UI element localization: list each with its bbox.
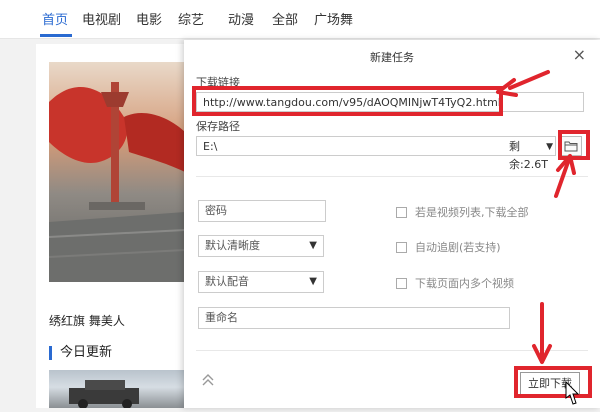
annotation-box-url	[192, 86, 503, 116]
resolution-value: 默认清晰度	[205, 239, 260, 252]
option-download-all-label: 若是视频列表,下载全部	[415, 206, 529, 219]
chevron-up-icon[interactable]	[200, 372, 216, 388]
divider	[196, 176, 588, 177]
audio-select[interactable]: 默认配音 ▼	[198, 271, 324, 293]
top-nav: 首页 电视剧 电影 综艺 动漫 全部 广场舞	[0, 0, 600, 39]
nav-active-underline	[40, 34, 72, 37]
annotation-box-download	[514, 366, 592, 398]
option-multiple-videos-label: 下载页面内多个视频	[415, 277, 514, 290]
close-icon[interactable]: ×	[573, 45, 586, 64]
nav-item-anime[interactable]: 动漫	[228, 9, 254, 28]
checkbox-auto-follow[interactable]	[396, 241, 407, 253]
nav-item-square-dance[interactable]: 广场舞	[314, 9, 353, 28]
option-download-all[interactable]: 若是视频列表,下载全部	[396, 204, 529, 220]
video-thumbnail-today[interactable]	[49, 370, 185, 409]
save-path-value: E:\	[203, 140, 218, 153]
video-thumbnail-image	[49, 62, 185, 282]
password-field[interactable]: 密码	[198, 200, 326, 222]
chevron-down-icon: ▼	[309, 276, 317, 287]
nav-item-all[interactable]: 全部	[272, 9, 298, 28]
save-path-field[interactable]: E:\ 剩余:2.6T ▼	[196, 136, 556, 171]
checkbox-multiple-videos[interactable]	[396, 277, 407, 289]
video-caption[interactable]: 绣红旗 舞美人	[49, 312, 125, 329]
section-title-today: 今日更新	[49, 346, 112, 360]
divider	[196, 350, 588, 351]
audio-value: 默认配音	[205, 275, 249, 288]
option-multiple-videos[interactable]: 下载页面内多个视频	[396, 275, 514, 291]
save-path-label: 保存路径	[196, 120, 240, 133]
video-thumbnail-today-image	[69, 380, 139, 409]
content-panel: 绣红旗 舞美人 今日更新	[36, 44, 186, 409]
resolution-select[interactable]: 默认清晰度 ▼	[198, 235, 324, 257]
option-auto-follow[interactable]: 自动追剧(若支持)	[396, 239, 501, 255]
checkbox-download-all[interactable]	[396, 206, 407, 218]
annotation-box-folder	[558, 130, 590, 160]
nav-item-home[interactable]: 首页	[42, 9, 68, 28]
rename-field[interactable]: 重命名	[198, 307, 510, 329]
chevron-down-icon: ▼	[309, 240, 317, 251]
dialog-title: 新建任务	[370, 51, 414, 64]
nav-item-tv[interactable]: 电视剧	[82, 9, 121, 28]
nav-item-movie[interactable]: 电影	[136, 9, 162, 28]
chevron-down-icon[interactable]: ▼	[546, 138, 553, 156]
nav-item-variety[interactable]: 综艺	[178, 9, 204, 28]
video-thumbnail[interactable]	[49, 62, 185, 282]
option-auto-follow-label: 自动追剧(若支持)	[415, 241, 501, 254]
